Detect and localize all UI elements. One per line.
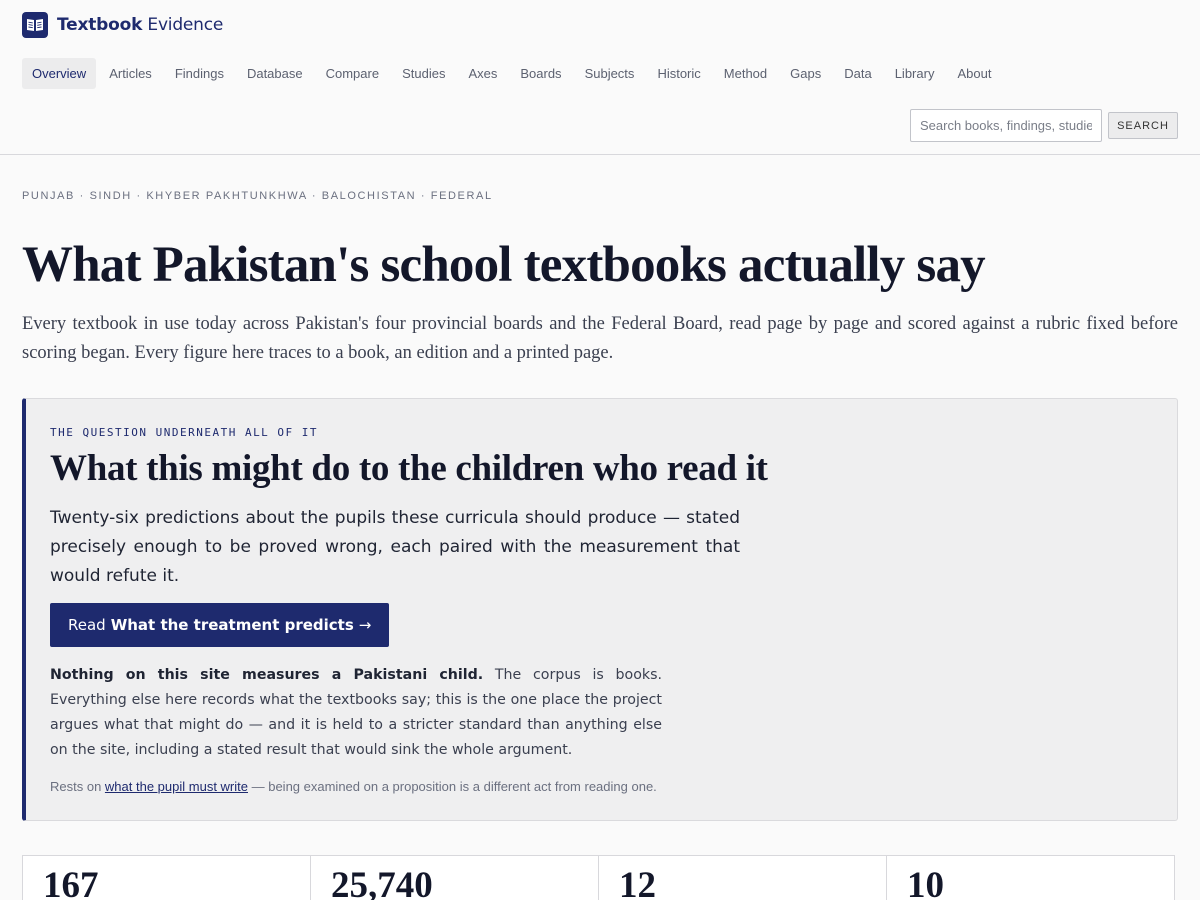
stat-value: 167 — [43, 865, 99, 900]
feature-callout: THE QUESTION UNDERNEATH ALL OF IT What t… — [22, 398, 1178, 821]
nav-data[interactable]: Data — [834, 58, 881, 89]
feature-note: Rests on what the pupil must write — bei… — [50, 779, 657, 794]
stat-card: 10 — [886, 855, 1175, 900]
nav-articles[interactable]: Articles — [99, 58, 162, 89]
nav-about[interactable]: About — [947, 58, 1001, 89]
provinces-eyebrow: PUNJAB · SINDH · KHYBER PAKHTUNKHWA · BA… — [22, 190, 493, 202]
arrow-right-icon: → — [358, 616, 372, 634]
feature-body-strong: Nothing on this site measures a Pakistan… — [50, 667, 484, 683]
feature-lede: Twenty-six predictions about the pupils … — [50, 508, 740, 586]
nav-database[interactable]: Database — [237, 58, 313, 89]
stat-card: 167 — [22, 855, 311, 900]
site-header: Textbook Evidence Overview Articles Find… — [0, 0, 1200, 155]
stat-value: 10 — [907, 865, 944, 900]
brand-logo[interactable]: Textbook Evidence — [22, 12, 223, 38]
cta-prefix: Read — [68, 616, 106, 634]
nav-boards[interactable]: Boards — [510, 58, 571, 89]
nav-findings[interactable]: Findings — [165, 58, 234, 89]
open-book-icon — [22, 12, 48, 38]
nav-historic[interactable]: Historic — [647, 58, 710, 89]
stat-value: 12 — [619, 865, 656, 900]
cta-label: What the treatment predicts — [110, 616, 354, 634]
brand-name: Textbook Evidence — [57, 15, 224, 35]
nav-studies[interactable]: Studies — [392, 58, 455, 89]
stat-card: 12 — [598, 855, 887, 900]
nav-compare[interactable]: Compare — [316, 58, 389, 89]
feature-title: What this might do to the children who r… — [50, 448, 768, 489]
stat-value: 25,740 — [331, 865, 433, 900]
feature-body: Nothing on this site measures a Pakistan… — [50, 663, 662, 763]
pupil-must-write-link[interactable]: what the pupil must write — [105, 779, 248, 794]
nav-axes[interactable]: Axes — [458, 58, 507, 89]
nav-gaps[interactable]: Gaps — [780, 58, 831, 89]
read-predictions-button[interactable]: Read What the treatment predicts → — [50, 603, 390, 647]
feature-eyebrow: THE QUESTION UNDERNEATH ALL OF IT — [50, 426, 319, 439]
search-input[interactable] — [910, 109, 1102, 142]
stat-card: 25,740 — [310, 855, 599, 900]
nav-library[interactable]: Library — [885, 58, 945, 89]
nav-method[interactable]: Method — [714, 58, 777, 89]
nav-subjects[interactable]: Subjects — [575, 58, 645, 89]
page-lede: Every textbook in use today across Pakis… — [22, 314, 1178, 363]
nav-overview[interactable]: Overview — [22, 58, 97, 89]
stats-row: 167 25,740 12 10 — [22, 855, 1178, 900]
search-button[interactable]: SEARCH — [1108, 112, 1178, 139]
page-title: What Pakistan's school textbooks actuall… — [22, 237, 986, 293]
main-nav: Overview Articles Findings Database Comp… — [22, 58, 1004, 89]
